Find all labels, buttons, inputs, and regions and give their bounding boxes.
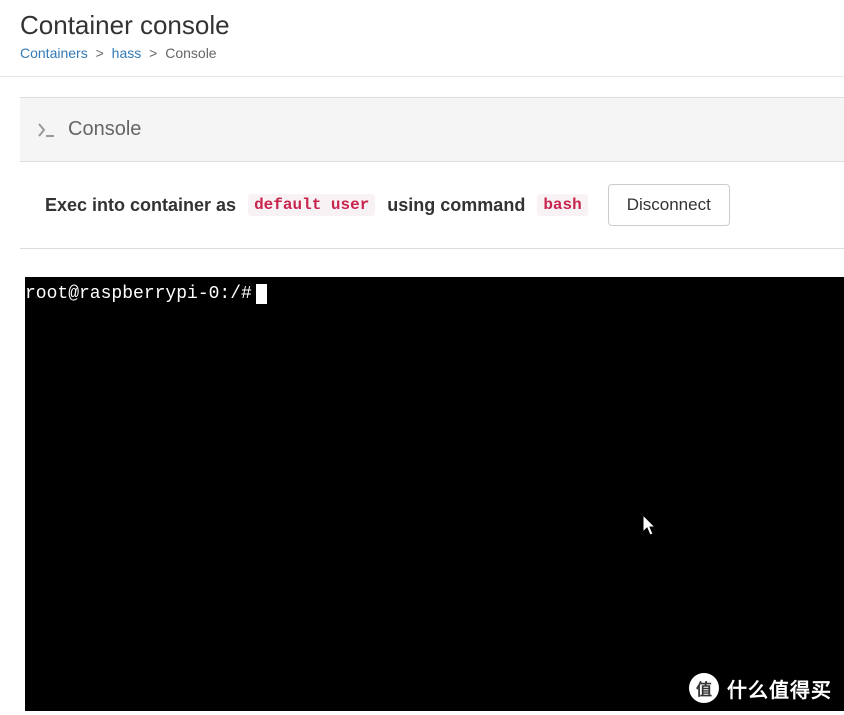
watermark-icon: 值 [689,673,719,703]
page-header: Container console Containers > hass > Co… [0,0,844,77]
exec-middle-text: using command [387,195,525,216]
breadcrumb: Containers > hass > Console [20,45,824,61]
exec-user-badge: default user [248,194,375,216]
terminal-cursor [256,284,267,304]
disconnect-button[interactable]: Disconnect [608,184,730,226]
watermark: 值 什么值得买 [689,673,832,703]
terminal-icon [38,123,56,137]
breadcrumb-containers[interactable]: Containers [20,45,88,61]
panel-title: Console [68,118,141,141]
terminal-output[interactable]: root@raspberrypi-0:/# [25,277,844,711]
panel-header: Console [20,98,844,162]
panel-body: Exec into container as default user usin… [20,162,844,248]
breadcrumb-separator: > [92,45,108,61]
exec-command-badge: bash [537,194,587,216]
content-area: Console Exec into container as default u… [0,97,844,711]
breadcrumb-current: Console [165,45,216,61]
terminal-prompt: root@raspberrypi-0:/# [25,284,252,304]
exec-prefix-text: Exec into container as [45,195,236,216]
page-title: Container console [20,10,824,41]
console-panel: Console Exec into container as default u… [20,97,844,249]
watermark-text: 什么值得买 [727,674,832,703]
terminal-prompt-line: root@raspberrypi-0:/# [25,283,844,306]
breadcrumb-separator: > [145,45,161,61]
breadcrumb-hass[interactable]: hass [112,45,142,61]
